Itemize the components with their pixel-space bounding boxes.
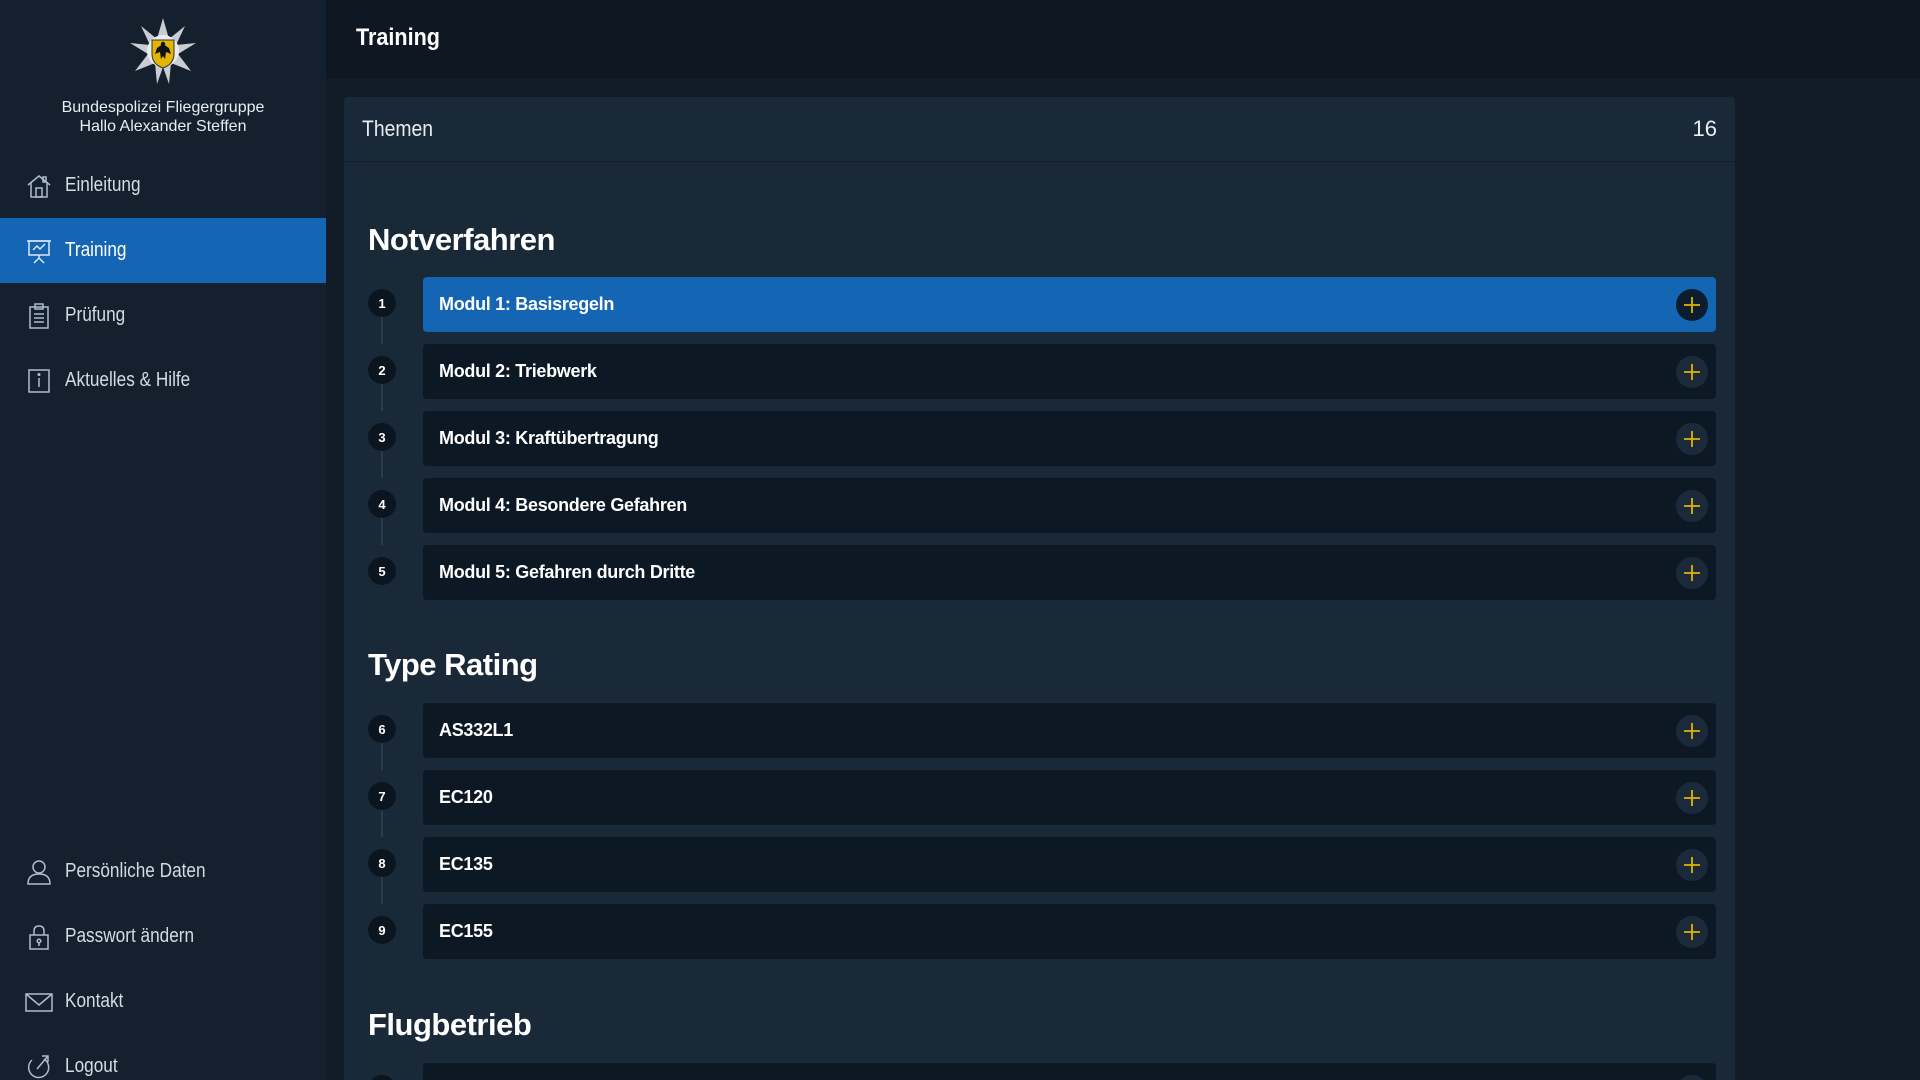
module-item-partial [368,1063,1735,1080]
section-title-notverfahren: Notverfahren [368,222,555,257]
module-title: Modul 2: Triebwerk [439,361,597,381]
section-title-flugbetrieb: Flugbetrieb [368,1007,532,1042]
police-star-logo [130,18,196,84]
step-number: 3 [368,423,396,451]
module-title: Modul 5: Gefahren durch Dritte [439,562,696,582]
nav-item-logout[interactable]: Logout [0,1034,326,1080]
expand-plus-icon[interactable] [1676,422,1708,455]
nav-label: Einleitung [65,174,141,196]
module-item: 1 Modul 1: Basisregeln [368,277,1735,344]
topics-panel: Themen 16 Notverfahren 1 Modul 1: Basisr… [344,97,1735,1080]
module-title: EC135 [439,854,493,874]
module-item: 4 Modul 4: Besondere Gefahren [368,478,1735,545]
module-row-button[interactable]: Modul 2: Triebwerk [423,344,1716,399]
module-title: Modul 4: Besondere Gefahren [439,495,687,515]
module-item: 8 EC135 [368,837,1735,904]
nav-item-kontakt[interactable]: Kontakt [0,969,326,1034]
nav-item-persoenliche-daten[interactable]: Persönliche Daten [0,839,326,904]
expand-plus-icon[interactable] [1676,288,1708,321]
nav-label: Aktuelles & Hilfe [65,369,191,391]
expand-plus-icon[interactable] [1676,848,1708,881]
nav-item-aktuelles-hilfe[interactable]: Aktuelles & Hilfe [0,348,326,413]
nav-item-pruefung[interactable]: Prüfung [0,283,326,348]
nav-label: Logout [65,1055,118,1077]
module-row-button[interactable]: Modul 3: Kraftübertragung [423,411,1716,466]
step-number: 1 [368,289,396,317]
step-connector [381,518,383,545]
step-number: 9 [368,916,396,944]
info-icon [24,366,54,396]
module-item: 3 Modul 3: Kraftübertragung [368,411,1735,478]
nav-label: Kontakt [65,990,124,1012]
expand-plus-icon[interactable] [1676,915,1708,948]
nav-item-training[interactable]: Training [0,218,326,283]
lock-icon [24,922,54,952]
step-number: 8 [368,849,396,877]
expand-plus-icon[interactable] [1676,781,1708,814]
expand-plus-icon[interactable] [1676,355,1708,388]
nav-label: Persönliche Daten [65,860,206,882]
module-title: AS332L1 [439,720,513,740]
expand-plus-icon[interactable] [1676,1074,1708,1080]
nav-label: Training [65,239,127,261]
sidebar: Bundespolizei Fliegergruppe Hallo Alexan… [0,0,326,1080]
module-item: 9 EC155 [368,904,1735,959]
step-connector [381,451,383,478]
logout-icon [24,1052,54,1080]
module-item: 7 EC120 [368,770,1735,837]
top-bar: Training [326,0,1920,78]
org-name: Bundespolizei Fliegergruppe [61,99,265,116]
module-item: 6 AS332L1 [368,703,1735,770]
step-connector [381,317,383,344]
module-row-button[interactable]: EC155 [423,904,1716,959]
step-number: 5 [368,557,396,585]
step-connector [381,877,383,904]
module-row-button[interactable]: Modul 1: Basisregeln [423,277,1716,332]
clipboard-icon [24,301,54,331]
expand-plus-icon[interactable] [1676,489,1708,522]
module-item: 2 Modul 2: Triebwerk [368,344,1735,411]
module-title: Modul 1: Basisregeln [439,294,615,314]
nav-item-einleitung[interactable]: Einleitung [0,153,326,218]
step-connector [381,384,383,411]
step-number [368,1075,396,1080]
module-row-button[interactable]: Modul 5: Gefahren durch Dritte [423,545,1716,600]
module-title: EC155 [439,921,493,941]
module-row-button[interactable] [423,1063,1716,1080]
brand: Bundespolizei Fliegergruppe Hallo Alexan… [0,16,326,136]
module-title: Modul 3: Kraftübertragung [439,428,659,448]
expand-plus-icon[interactable] [1676,556,1708,589]
topic-count: 16 [1692,116,1717,141]
step-connector [381,810,383,837]
module-row-button[interactable]: EC135 [423,837,1716,892]
module-item: 5 Modul 5: Gefahren durch Dritte [368,545,1735,600]
module-row-button[interactable]: EC120 [423,770,1716,825]
module-title: EC120 [439,787,493,807]
step-number: 7 [368,782,396,810]
user-greeting: Hallo Alexander Steffen [79,118,247,135]
section-title-type-rating: Type Rating [368,647,538,682]
nav-label: Passwort ändern [65,925,195,947]
module-row-button[interactable]: Modul 4: Besondere Gefahren [423,478,1716,533]
user-icon [24,857,54,887]
nav-item-passwort-aendern[interactable]: Passwort ändern [0,904,326,969]
nav-label: Prüfung [65,304,126,326]
expand-plus-icon[interactable] [1676,714,1708,747]
module-row-button[interactable]: AS332L1 [423,703,1716,758]
panel-header: Themen 16 [344,97,1735,162]
mail-icon [24,987,54,1017]
step-connector [381,743,383,770]
step-number: 6 [368,715,396,743]
page-title: Training [356,24,441,51]
presentation-icon [24,236,54,266]
home-icon [24,171,54,201]
panel-title: Themen [362,116,434,141]
step-number: 2 [368,356,396,384]
step-number: 4 [368,490,396,518]
